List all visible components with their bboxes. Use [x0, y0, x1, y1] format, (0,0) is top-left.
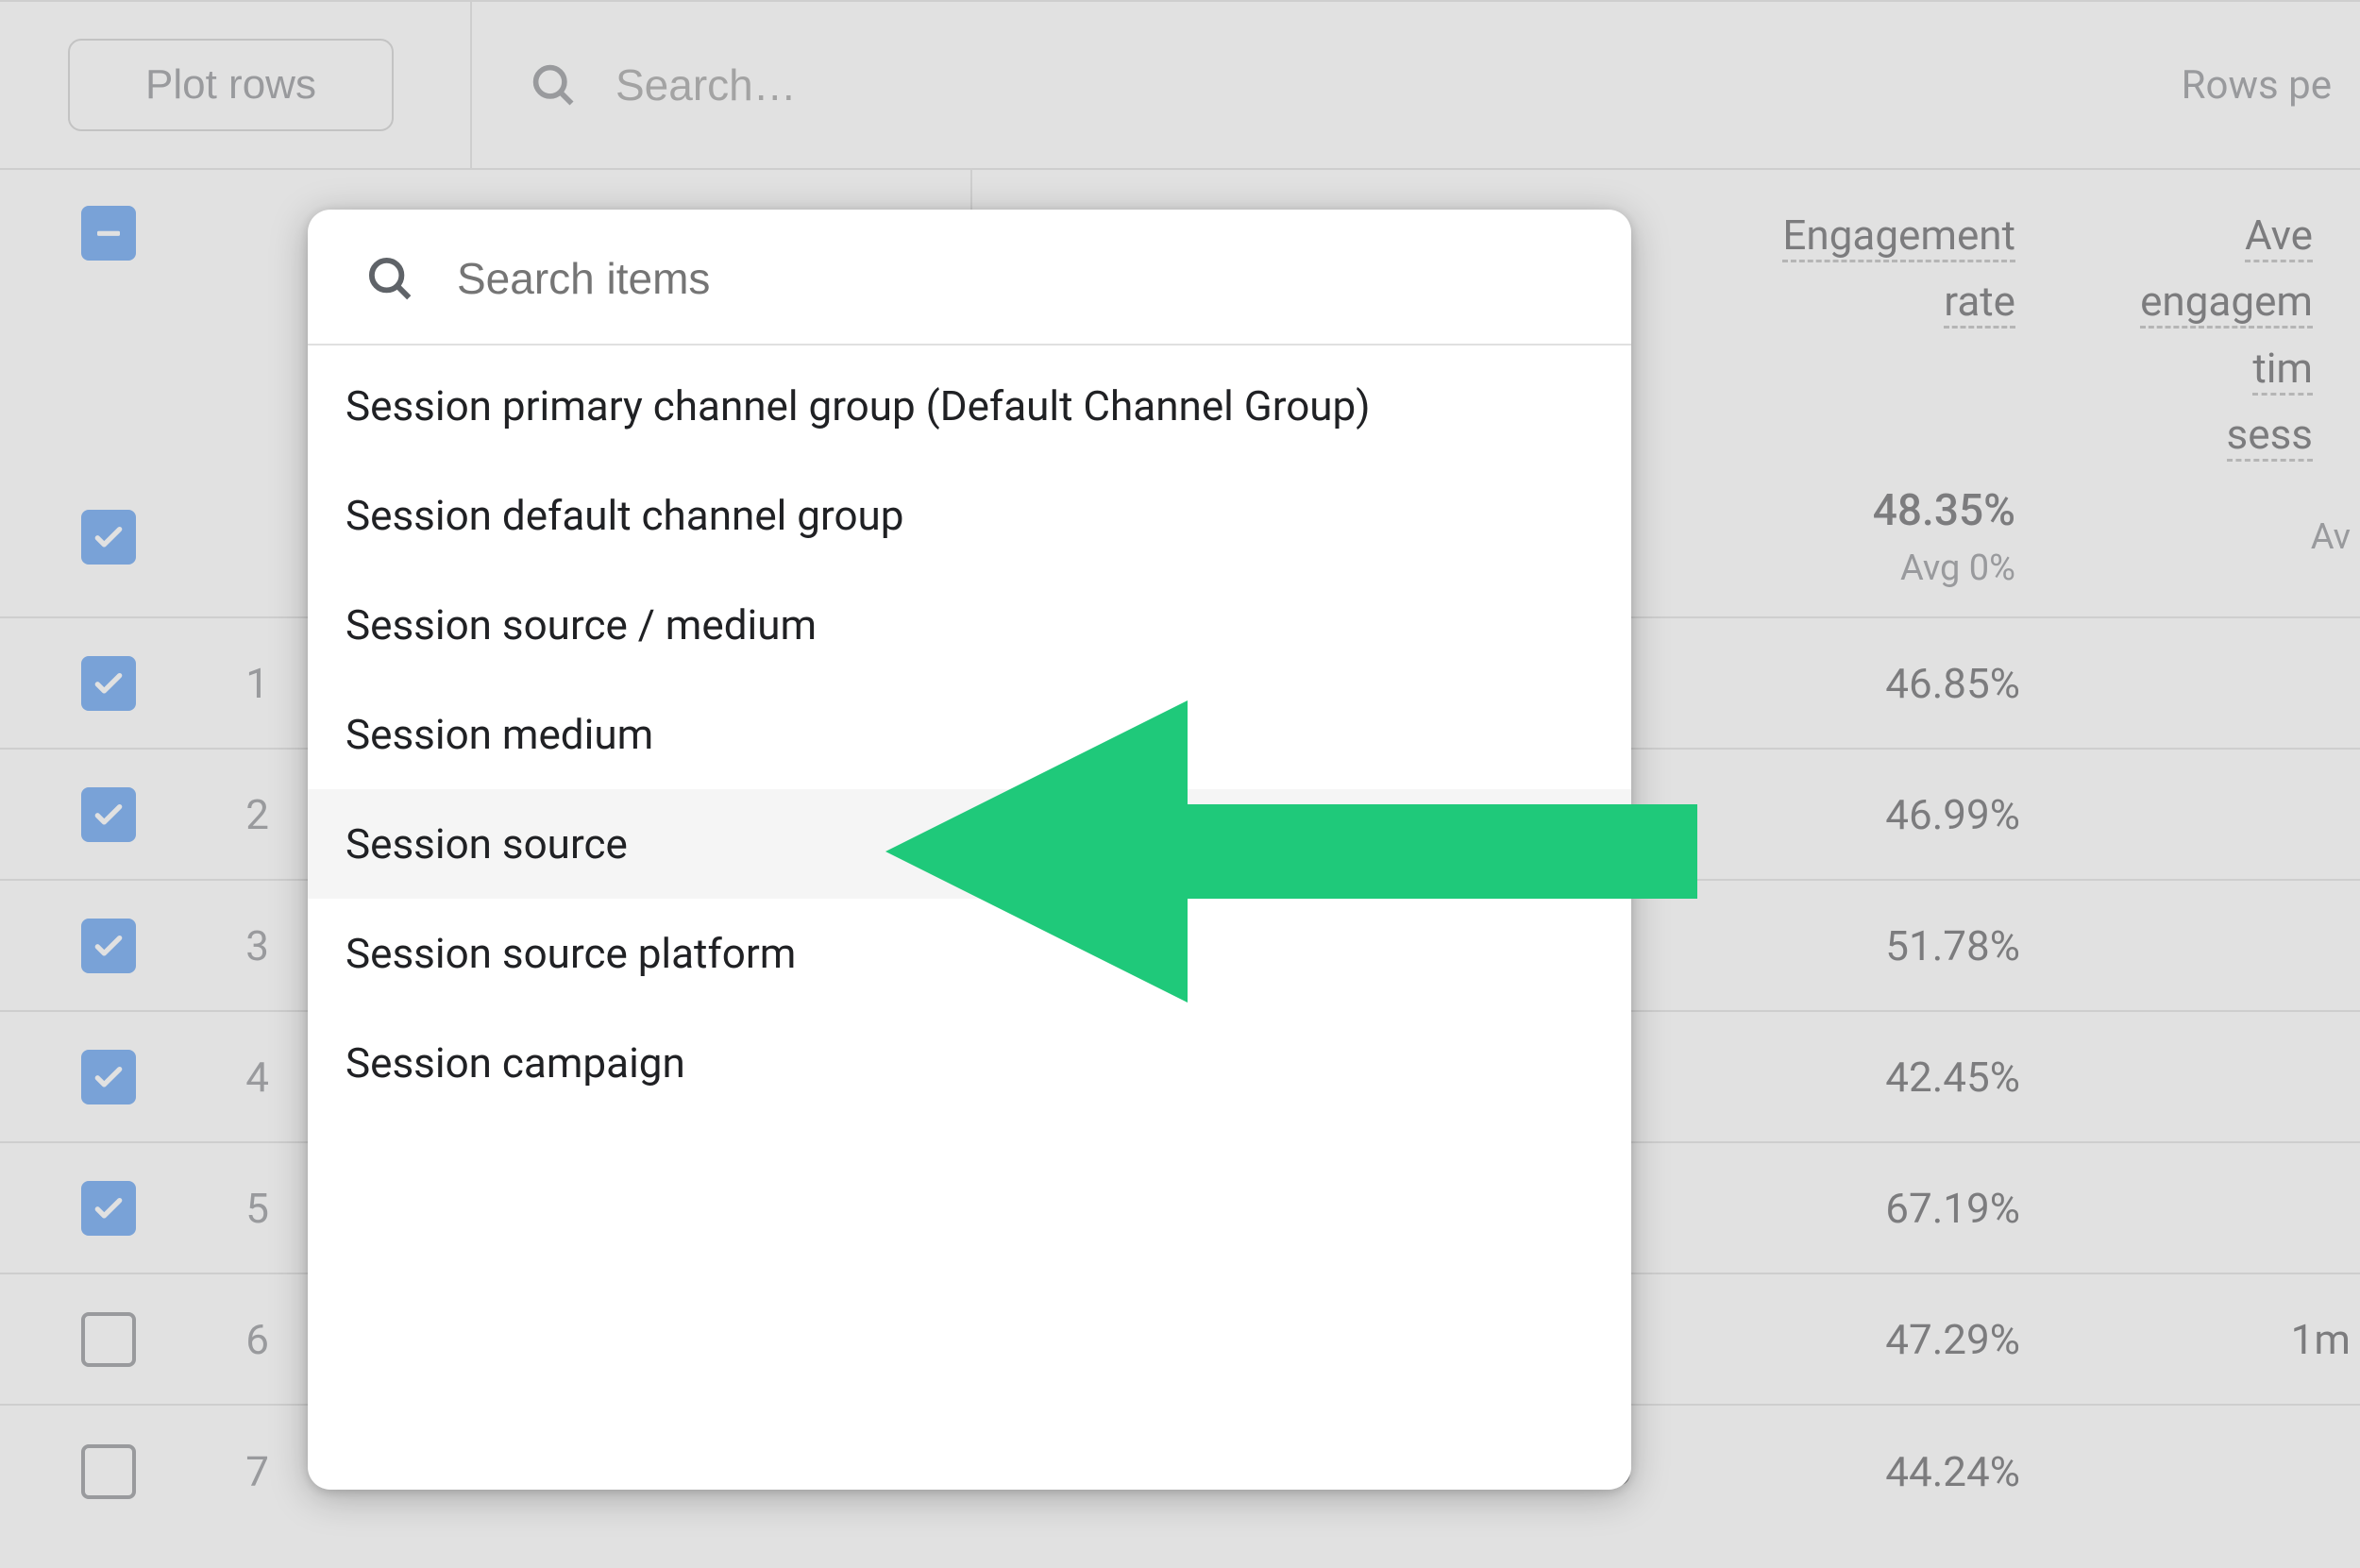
row-checkbox[interactable] — [81, 1312, 136, 1367]
dimension-picker-search-row — [308, 210, 1631, 346]
row-checkbox[interactable] — [81, 1181, 136, 1236]
dimension-option[interactable]: Session campaign — [308, 1008, 1631, 1118]
dimension-option[interactable]: Session source — [308, 789, 1631, 899]
search-cell: Rows pe — [472, 2, 2360, 168]
rows-per-page-label: Rows pe — [2182, 62, 2360, 109]
row-index: 6 — [184, 1315, 297, 1364]
avg-engagement-time-header[interactable]: Ave engagem tim sess — [2063, 170, 2360, 458]
dimension-picker-list: Session primary channel group (Default C… — [308, 346, 1631, 1118]
app-root: Plot rows Rows pe Engagement rate Ave en… — [0, 0, 2360, 1568]
row-engagement-rate: 67.19% — [1652, 1184, 2067, 1233]
row-checkbox[interactable] — [81, 919, 136, 973]
summary-avg-time: Av — [2063, 516, 2360, 558]
row-index: 4 — [184, 1053, 297, 1102]
dimension-option[interactable]: Session default channel group — [308, 461, 1631, 570]
select-all-checkbox[interactable] — [81, 206, 136, 261]
plot-rows-button[interactable]: Plot rows — [68, 39, 394, 131]
row-checkbox[interactable] — [81, 1050, 136, 1104]
row-engagement-rate: 46.99% — [1652, 790, 2067, 839]
row-index: 7 — [184, 1447, 297, 1496]
dimension-picker-search-input[interactable] — [457, 253, 1593, 304]
search-icon — [529, 60, 578, 110]
select-all-cell — [0, 170, 184, 458]
row-engagement-rate: 47.29% — [1652, 1315, 2067, 1364]
dimension-picker-popup: Session primary channel group (Default C… — [308, 210, 1631, 1490]
dimension-option[interactable]: Session primary channel group (Default C… — [308, 351, 1631, 461]
row-index: 5 — [184, 1184, 297, 1233]
toolbar: Plot rows Rows pe — [0, 0, 2360, 170]
dimension-option[interactable]: Session source / medium — [308, 570, 1631, 680]
dimension-option[interactable]: Session medium — [308, 680, 1631, 789]
row-checkbox[interactable] — [81, 1444, 136, 1499]
summary-checkbox[interactable] — [81, 510, 136, 565]
row-index: 2 — [184, 790, 297, 839]
row-engagement-rate: 46.85% — [1652, 659, 2067, 708]
row-engagement-rate: 42.45% — [1652, 1053, 2067, 1102]
row-index: 1 — [184, 659, 297, 708]
row-checkbox[interactable] — [81, 787, 136, 842]
row-checkbox[interactable] — [81, 656, 136, 711]
dimension-option[interactable]: Session source platform — [308, 899, 1631, 1008]
row-index: 3 — [184, 921, 297, 970]
search-input[interactable] — [615, 59, 2144, 110]
row-engagement-rate: 51.78% — [1652, 921, 2067, 970]
row-avg-engagement-time: 1m — [2067, 1315, 2360, 1364]
search-icon — [364, 253, 415, 304]
row-engagement-rate: 44.24% — [1652, 1447, 2067, 1496]
plot-rows-cell: Plot rows — [0, 2, 472, 168]
